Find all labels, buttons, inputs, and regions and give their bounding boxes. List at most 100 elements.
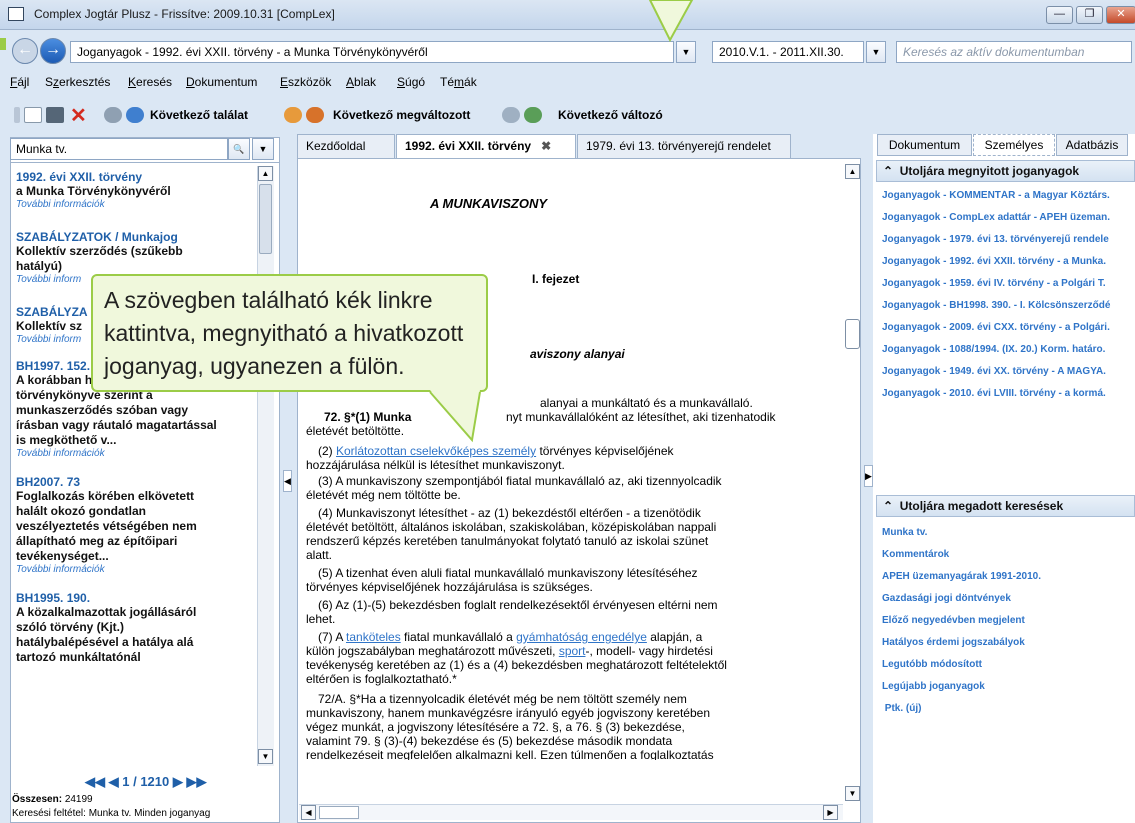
result-title[interactable]: SZABÁLYZATOK / Munkajog [16,230,254,244]
list-item[interactable]: APEH üzemanyagárak 1991-2010. [882,571,1135,593]
scroll-thumb[interactable] [319,806,359,819]
menu-help[interactable]: Súgó [397,75,425,89]
results-scrollbar[interactable]: ▲ ▼ [257,166,274,766]
list-item[interactable]: Joganyagok - 1949. évi XX. törvény - A M… [882,366,1135,388]
list-item[interactable]: BH1995. 190. A közalkalmazottak jogállás… [16,591,254,681]
list-item[interactable]: Joganyagok - 1959. évi IV. törvény - a P… [882,278,1135,300]
next-variable-button[interactable]: Következő változó [558,108,663,122]
scroll-down-icon[interactable]: ▼ [258,749,273,764]
menu-search[interactable]: Keresés [128,75,172,89]
delete-icon[interactable]: ✕ [70,103,87,128]
recent-docs-header[interactable]: ⌃ Utoljára megnyitott joganyagok [876,160,1135,182]
next-changed-icon[interactable] [306,107,324,123]
pager[interactable]: ◀◀ ◀ 1 / 1210 ▶ ▶▶ [85,774,207,790]
law-link[interactable]: gyámhatóság engedélye [516,630,647,644]
tab-document[interactable]: Dokumentum [877,134,972,156]
list-item[interactable]: Hatályos érdemi jogszabályok [882,637,1135,659]
tab-law-1992[interactable]: 1992. évi XXII. törvény ✖ [396,134,576,158]
law-link[interactable]: sport [559,644,586,658]
recent-searches-header[interactable]: ⌃ Utoljára megadott keresések [876,495,1135,517]
scroll-down-icon[interactable]: ▼ [845,786,860,801]
app-icon [8,7,24,21]
results-search-input[interactable]: Munka tv. [10,138,228,160]
list-item[interactable]: BH2007. 73 Foglalkozás körében elkövetet… [16,475,254,575]
tab-personal[interactable]: Személyes [973,134,1055,156]
search-icon[interactable]: 🔍 [228,138,250,160]
list-item[interactable]: Joganyagok - 2009. évi CXX. törvény - a … [882,322,1135,344]
maximize-button[interactable]: ❐ [1076,6,1103,24]
list-item[interactable]: Joganyagok - 1979. évi 13. törvényerejű … [882,234,1135,256]
tab-home[interactable]: Kezdőoldal [297,134,395,158]
list-item[interactable]: Joganyagok - KOMMENTÁR - a Magyar Köztár… [882,190,1135,212]
list-item[interactable]: Legutóbb módosított [882,659,1135,681]
list-item[interactable]: Joganyagok - CompLex adattár - APEH üzem… [882,212,1135,234]
tab-database[interactable]: Adatbázis [1056,134,1128,156]
scroll-right-icon[interactable]: ▶ [823,805,838,820]
back-button[interactable]: ← [12,38,38,64]
list-item[interactable]: Munka tv. [882,527,1135,549]
document-icon[interactable] [24,107,42,123]
list-item[interactable]: 1992. évi XXII. törvény a Munka Törvényk… [16,170,254,210]
chevron-down-icon[interactable]: ▼ [676,41,696,63]
find-next-icon[interactable] [126,107,144,123]
result-body: halált okozó gondatlan [16,504,147,518]
document-scrollbar[interactable]: ▲ ▼ [845,164,860,804]
chevron-down-icon[interactable]: ▼ [252,138,274,160]
list-item[interactable]: Joganyagok - 2010. évi LVIII. törvény - … [882,388,1135,410]
list-item[interactable]: Joganyagok - 1992. évi XXII. törvény - a… [882,256,1135,278]
period-select[interactable]: 2010.V.1. - 2011.XII.30. [712,41,864,63]
close-button[interactable]: ✕ [1106,6,1135,24]
menu-tools[interactable]: Eszközök [280,75,331,89]
more-info-link[interactable]: További információk [16,564,254,575]
menu-document[interactable]: Dokumentum [186,75,257,89]
scroll-up-icon[interactable]: ▲ [845,164,860,179]
tab-decree-1979[interactable]: 1979. évi 13. törvényerejű rendelet [577,134,791,158]
document-search-input[interactable]: Keresés az aktív dokumentumban [896,41,1132,63]
list-item[interactable]: Legújabb joganyagok [882,681,1135,703]
more-info-link[interactable]: További információk [16,199,254,210]
menu-edit[interactable]: Szerkesztés [45,75,110,89]
menu-file[interactable]: Fájl [10,75,29,89]
print-icon[interactable] [46,107,64,123]
minimize-button[interactable]: — [1046,6,1073,24]
binoculars-icon[interactable] [104,107,122,123]
list-item[interactable]: Kommentárok [882,549,1135,571]
result-title[interactable]: 1992. évi XXII. törvény [16,170,254,184]
next-changed-button[interactable]: Következő megváltozott [333,108,470,122]
page-indicator: 1 / 1210 [122,774,170,789]
menu-topics[interactable]: Témák [440,75,477,89]
document-hscrollbar[interactable]: ◀ ▶ [299,804,843,820]
more-info-link[interactable]: További információk [16,448,254,459]
scroll-up-icon[interactable]: ▲ [258,166,273,181]
scroll-thumb[interactable] [845,319,860,349]
list-item[interactable]: Joganyagok - 1088/1994. (IX. 20.) Korm. … [882,344,1135,366]
last-page-icon[interactable]: ▶▶ [187,774,207,789]
list-item[interactable]: Joganyagok - BH1998. 390. - I. Kölcsönsz… [882,300,1135,322]
next-page-icon[interactable]: ▶ [173,774,183,789]
menu-window[interactable]: Ablak [346,75,376,89]
changed-icon[interactable] [284,107,302,123]
law-link[interactable]: Korlátozottan cselekvőképes személy [336,444,536,458]
collapse-left-icon[interactable]: ◀ [283,470,292,492]
law-link[interactable]: tanköteles [346,630,401,644]
list-item[interactable]: Ptk. (új) [882,703,1135,725]
list-item[interactable]: Előző negyedévben megjelent [882,615,1135,637]
next-variable-icon[interactable] [524,107,542,123]
variable-icon[interactable] [502,107,520,123]
document-select[interactable]: Joganyagok - 1992. évi XXII. törvény - a… [70,41,674,63]
list-item[interactable]: Gazdasági jogi döntvények [882,593,1135,615]
close-tab-icon[interactable]: ✖ [541,139,551,153]
scroll-left-icon[interactable]: ◀ [301,805,316,820]
scroll-thumb[interactable] [259,184,272,254]
first-page-icon[interactable]: ◀◀ [85,774,105,789]
forward-button[interactable]: → [40,38,66,64]
chevron-down-icon[interactable]: ▼ [866,41,886,63]
doc-line: eltérően is foglalkoztatható.* [306,672,457,686]
doc-line: hozzájárulása nélkül is létesíthet munka… [306,458,565,472]
result-body: munkaszerződés szóban vagy [16,403,189,417]
next-hit-button[interactable]: Következő találat [150,108,248,122]
result-title[interactable]: BH2007. 73 [16,475,254,489]
prev-page-icon[interactable]: ◀ [109,774,119,789]
collapse-right-icon[interactable]: ▶ [864,465,873,487]
result-title[interactable]: BH1995. 190. [16,591,254,605]
